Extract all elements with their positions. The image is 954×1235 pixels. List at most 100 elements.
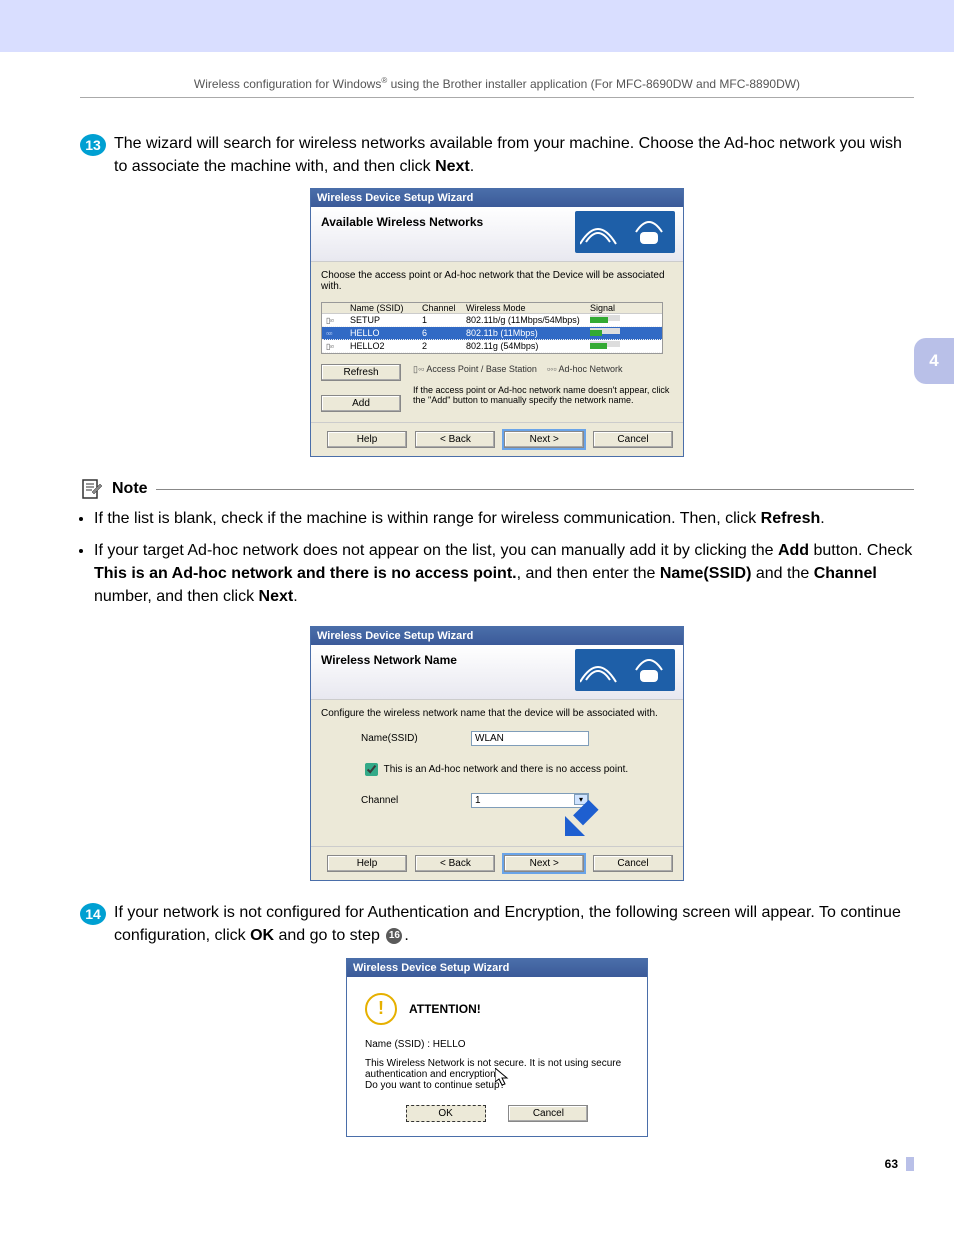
- note-item-1: If the list is blank, check if the machi…: [94, 507, 914, 530]
- help-button[interactable]: Help: [327, 431, 407, 448]
- note-list: If the list is blank, check if the machi…: [94, 507, 914, 608]
- note-rule: [156, 489, 914, 490]
- step14-a: If your network is not configured for Au…: [114, 904, 901, 944]
- step-13-number: 13: [80, 134, 106, 156]
- row1-mode: 802.11b (11Mbps): [466, 328, 586, 338]
- row1-sig: [586, 328, 650, 338]
- header-text-after: using the Brother installer application …: [387, 77, 800, 91]
- ap-legend-icon: ▯◦▫: [413, 364, 424, 374]
- name-ssid-input[interactable]: WLAN: [471, 731, 589, 746]
- adhoc-checkbox[interactable]: [365, 763, 378, 776]
- step-ref-16: 16: [386, 928, 402, 944]
- next-button[interactable]: Next >: [504, 431, 584, 448]
- back-button[interactable]: < Back: [415, 855, 495, 872]
- note-label: Note: [112, 480, 148, 498]
- step14-c: .: [404, 927, 408, 944]
- attention-dialog: Wireless Device Setup Wizard ! ATTENTION…: [346, 958, 648, 1137]
- step13-text-a: The wizard will search for wireless netw…: [114, 135, 902, 175]
- row0-mode: 802.11b/g (11Mbps/54Mbps): [466, 315, 586, 325]
- next-button[interactable]: Next >: [504, 855, 584, 872]
- note2-b: button. Check: [809, 542, 912, 559]
- chapter-side-tab: 4: [914, 338, 954, 384]
- step13-bold: Next: [435, 158, 470, 175]
- row0-sig: [586, 315, 650, 325]
- note2-chk: This is an Ad-hoc network and there is n…: [94, 565, 517, 582]
- page-header-line: Wireless configuration for Windows® usin…: [80, 76, 914, 98]
- dialog1-header: Available Wireless Networks: [311, 207, 683, 262]
- note2-a: If your target Ad-hoc network does not a…: [94, 542, 778, 559]
- col-ssid: Name (SSID): [350, 303, 422, 313]
- help-button[interactable]: Help: [327, 855, 407, 872]
- dialog2-header: Wireless Network Name: [311, 645, 683, 700]
- row1-ssid: HELLO: [350, 328, 422, 338]
- cursor-icon: [495, 1068, 511, 1088]
- note-item-2: If your target Ad-hoc network does not a…: [94, 539, 914, 609]
- legend-ap: Access Point / Base Station: [426, 364, 537, 374]
- dialog2-instruction: Configure the wireless network name that…: [321, 708, 673, 719]
- attention-ssid: Name (SSID) : HELLO: [365, 1039, 629, 1050]
- top-banner: [0, 0, 954, 52]
- step14-ok: OK: [250, 927, 274, 944]
- cancel-button[interactable]: Cancel: [593, 431, 673, 448]
- adhoc-legend-icon: ▫◦▫: [547, 364, 557, 374]
- dialog1-instruction: Choose the access point or Ad-hoc networ…: [321, 270, 673, 292]
- ok-button[interactable]: OK: [406, 1105, 486, 1122]
- page-content: Wireless configuration for Windows® usin…: [0, 52, 954, 1201]
- step-14-text: If your network is not configured for Au…: [114, 901, 914, 947]
- wifi-graphic-icon: [575, 211, 675, 253]
- header-text-before: Wireless configuration for Windows: [194, 77, 381, 91]
- note-icon: [80, 477, 104, 501]
- note1-bold: Refresh: [761, 510, 821, 527]
- channel-value: 1: [475, 795, 481, 806]
- table-row[interactable]: ▯◦▫ SETUP 1 802.11b/g (11Mbps/54Mbps): [322, 314, 662, 327]
- dialog3-titlebar: Wireless Device Setup Wizard: [347, 959, 647, 977]
- ap-icon: ▯◦▫: [322, 316, 350, 325]
- page-number: 63: [80, 1157, 914, 1171]
- col-mode: Wireless Mode: [466, 303, 586, 313]
- back-button[interactable]: < Back: [415, 431, 495, 448]
- note2-name: Name(SSID): [660, 565, 752, 582]
- row2-ssid: HELLO2: [350, 341, 422, 351]
- wifi-graphic-icon: [575, 649, 675, 691]
- networks-table: Name (SSID) Channel Wireless Mode Signal…: [321, 302, 663, 354]
- col-signal: Signal: [586, 303, 650, 313]
- note2-f: .: [293, 588, 297, 605]
- add-hint: If the access point or Ad-hoc network na…: [413, 385, 673, 405]
- row1-ch: 6: [422, 328, 466, 338]
- dialog2-titlebar: Wireless Device Setup Wizard: [311, 627, 683, 645]
- note2-add: Add: [778, 542, 809, 559]
- callout-arrow-icon: [565, 796, 605, 836]
- table-row[interactable]: ▯◦▫ HELLO2 2 802.11g (54Mbps): [322, 340, 662, 353]
- step-13: 13 The wizard will search for wireless n…: [80, 132, 914, 178]
- cancel-button[interactable]: Cancel: [508, 1105, 588, 1122]
- step14-b: and go to step: [274, 927, 384, 944]
- row2-mode: 802.11g (54Mbps): [466, 341, 586, 351]
- ap-icon: ▯◦▫: [322, 342, 350, 351]
- warning-icon: !: [365, 993, 397, 1025]
- cancel-button[interactable]: Cancel: [593, 855, 673, 872]
- name-ssid-label: Name(SSID): [361, 733, 471, 744]
- channel-label: Channel: [361, 795, 471, 806]
- adhoc-checkbox-label: This is an Ad-hoc network and there is n…: [384, 764, 629, 775]
- refresh-button[interactable]: Refresh: [321, 364, 401, 381]
- note1-a: If the list is blank, check if the machi…: [94, 510, 761, 527]
- attention-heading: ATTENTION!: [409, 1002, 481, 1016]
- legend-adhoc: Ad-hoc Network: [559, 364, 623, 374]
- row0-ch: 1: [422, 315, 466, 325]
- networks-table-header: Name (SSID) Channel Wireless Mode Signal: [322, 303, 662, 314]
- note2-ch: Channel: [814, 565, 877, 582]
- wireless-name-dialog: Wireless Device Setup Wizard Wireless Ne…: [310, 626, 684, 881]
- row2-ch: 2: [422, 341, 466, 351]
- note1-b: .: [820, 510, 824, 527]
- row0-ssid: SETUP: [350, 315, 422, 325]
- adhoc-icon: ▫◦▫: [322, 329, 350, 338]
- note2-d: and the: [751, 565, 813, 582]
- col-channel: Channel: [422, 303, 466, 313]
- add-button[interactable]: Add: [321, 395, 401, 412]
- note-header: Note: [80, 477, 914, 501]
- step13-text-b: .: [470, 158, 474, 175]
- dialog1-titlebar: Wireless Device Setup Wizard: [311, 189, 683, 207]
- step-14: 14 If your network is not configured for…: [80, 901, 914, 947]
- legend-row: ▯◦▫ Access Point / Base Station ▫◦▫ Ad-h…: [413, 364, 673, 375]
- table-row[interactable]: ▫◦▫ HELLO 6 802.11b (11Mbps): [322, 327, 662, 340]
